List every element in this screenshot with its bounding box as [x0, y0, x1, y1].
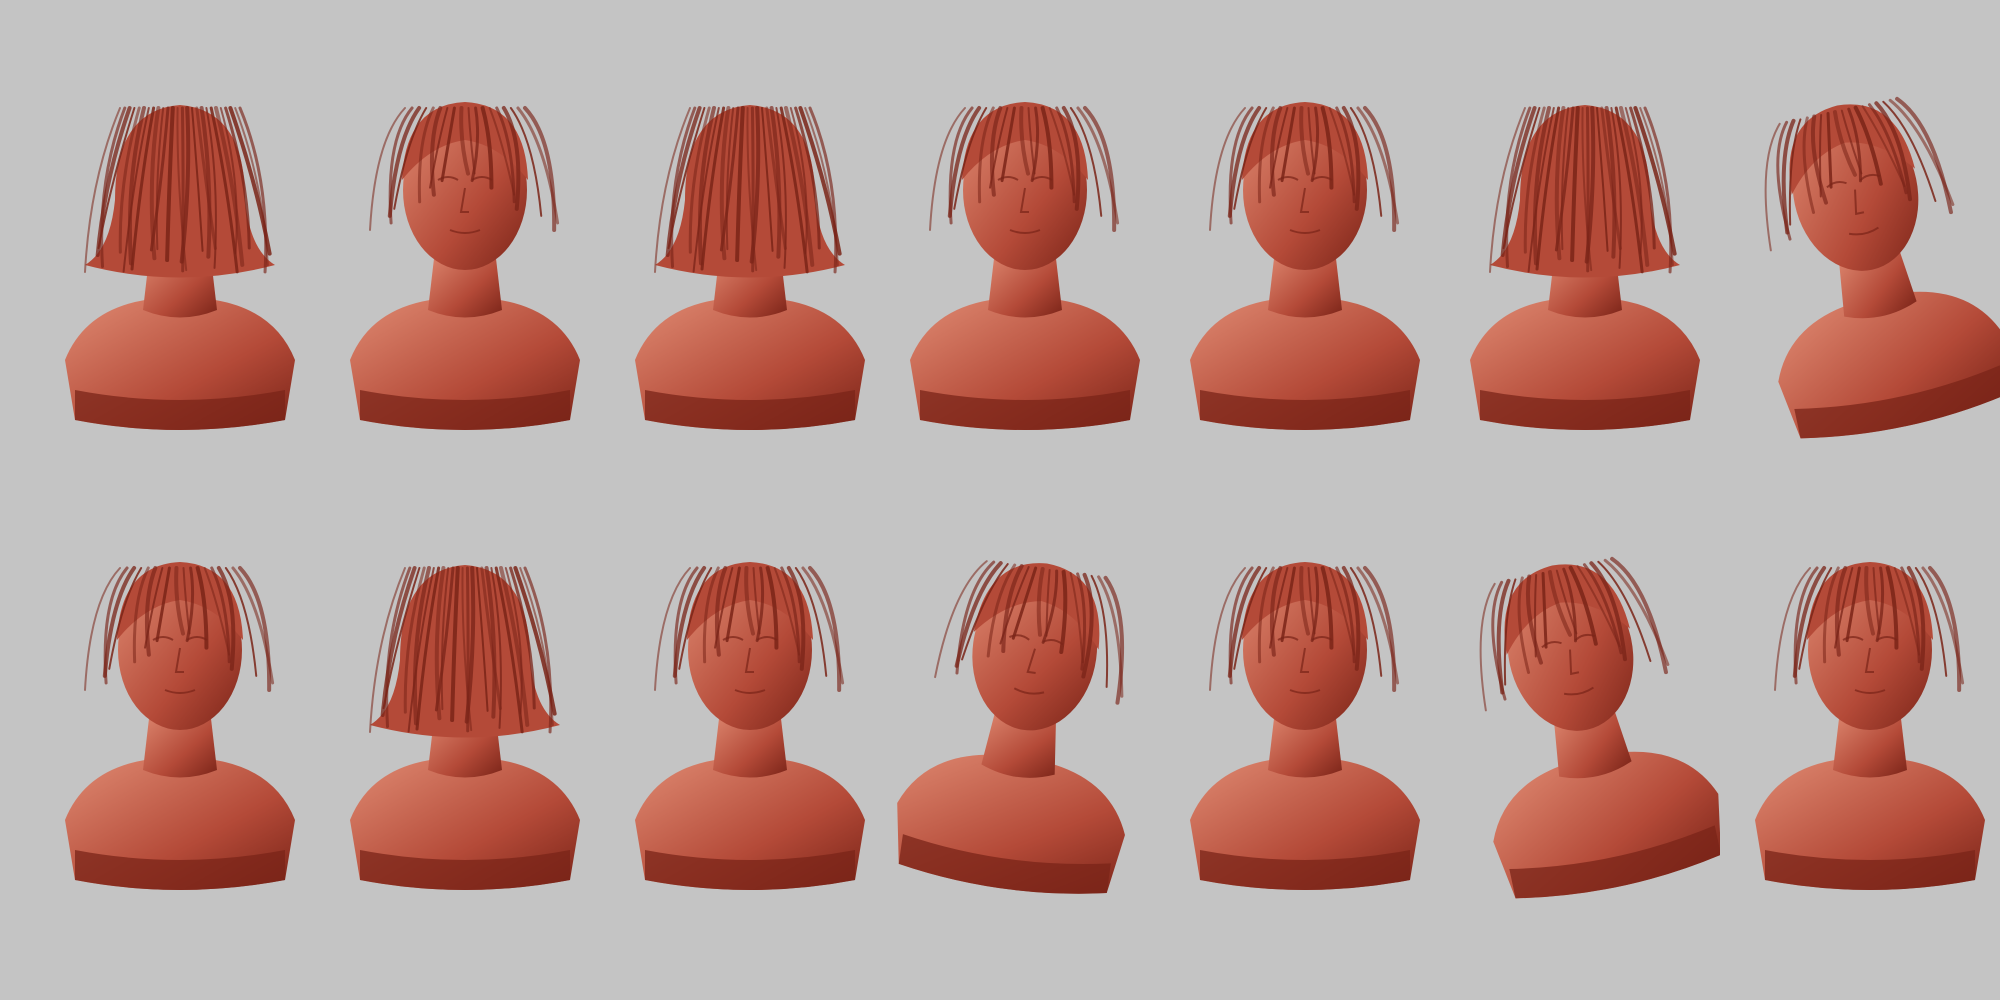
clay-bust-three-quarter-left	[615, 520, 885, 940]
bust-hair-strands	[654, 105, 845, 278]
render-row-top	[0, 60, 2000, 480]
clay-bust-back-top	[330, 520, 600, 940]
render-row-bottom	[0, 520, 2000, 940]
bust-hair-strands	[1489, 105, 1680, 278]
render-sheet	[0, 0, 2000, 1000]
bust-hair-strands	[84, 105, 275, 278]
bust-hair-strands	[369, 565, 560, 738]
clay-bust-three-quarter-right	[330, 60, 600, 480]
clay-bust-front	[1170, 60, 1440, 480]
clay-bust-profile-left-back	[615, 60, 885, 480]
clay-bust-three-quarter-left-low	[1735, 520, 2000, 940]
clay-bust-top-down-tilted	[1450, 520, 1720, 940]
clay-bust-back	[45, 60, 315, 480]
clay-bust-profile-right	[45, 520, 315, 940]
clay-bust-profile-right-back	[1450, 60, 1720, 480]
clay-bust-front	[1170, 520, 1440, 940]
clay-bust-top-down-front	[890, 520, 1160, 940]
clay-bust-tilted-left	[1735, 60, 2000, 480]
clay-bust-low-angle-front	[890, 60, 1160, 480]
